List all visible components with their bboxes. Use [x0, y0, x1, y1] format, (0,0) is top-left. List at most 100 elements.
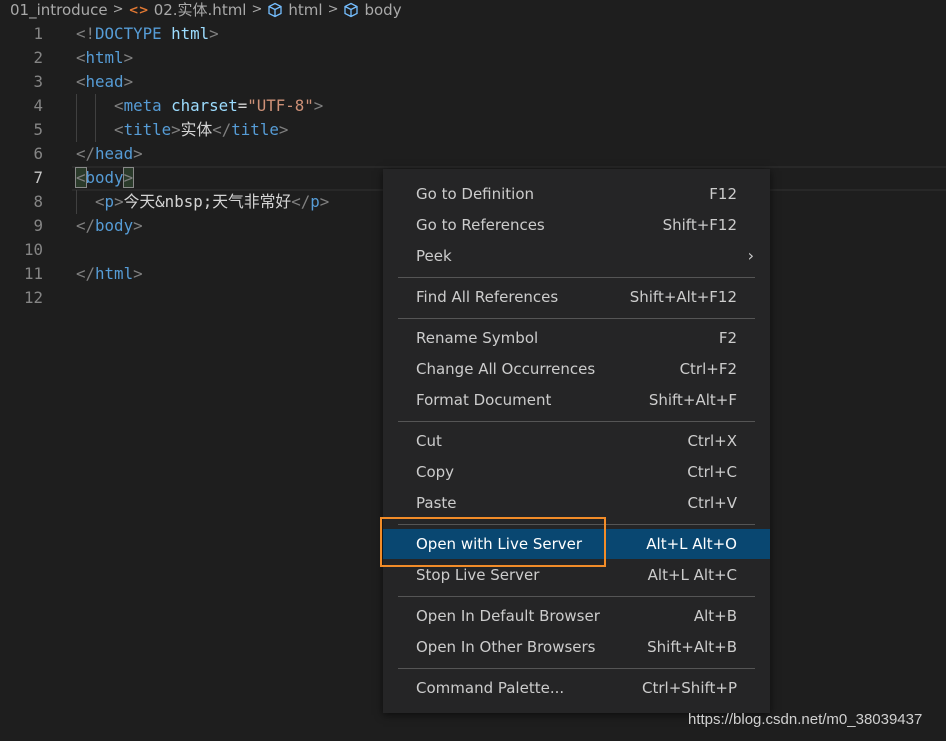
code-line[interactable]: 3 <head> [0, 70, 946, 94]
code-token: = [237, 96, 248, 115]
code-text: <meta charset="UTF-8"> [76, 94, 323, 118]
code-token: > [278, 120, 289, 139]
code-text: <title>实体</title> [76, 118, 288, 142]
chevron-right-icon: > [112, 2, 124, 17]
code-token: < [76, 72, 86, 91]
code-token: 实体 [180, 120, 213, 139]
breadcrumb-folder[interactable]: 01_introduce [10, 0, 108, 20]
menu-item-label: Copy [416, 463, 455, 481]
code-token: DOCTYPE [95, 24, 162, 43]
code-token: 今天&nbsp;天气非常好 [123, 192, 292, 211]
code-token: < [114, 120, 124, 139]
code-text: </body> [76, 214, 143, 238]
code-token: head [85, 72, 124, 91]
code-line[interactable]: 1 <!DOCTYPE html> [0, 22, 946, 46]
menu-separator [398, 421, 755, 422]
code-token: </ [76, 264, 96, 283]
menu-item-open-in-other-browsers[interactable]: Open In Other Browsers Shift+Alt+B [383, 632, 770, 662]
code-token: html [95, 264, 134, 283]
code-token: > [313, 96, 324, 115]
menu-item-label: Go to Definition [416, 185, 535, 203]
code-token: </ [212, 120, 232, 139]
menu-item-shortcut: Ctrl+C [687, 463, 737, 481]
code-text: <body> [75, 166, 135, 190]
menu-item-go-to-references[interactable]: Go to References Shift+F12 [383, 210, 770, 240]
menu-item-change-all-occurrences[interactable]: Change All Occurrences Ctrl+F2 [383, 354, 770, 384]
code-token: head [95, 144, 134, 163]
menu-item-label: Rename Symbol [416, 329, 539, 347]
code-token: < [76, 48, 86, 67]
menu-item-open-in-default-browser[interactable]: Open In Default Browser Alt+B [383, 601, 770, 631]
code-token: body [95, 216, 134, 235]
menu-item-shortcut: Shift+Alt+B [647, 638, 737, 656]
code-line[interactable]: 2 <html> [0, 46, 946, 70]
menu-item-label: Open In Default Browser [416, 607, 600, 625]
code-token: < [95, 192, 105, 211]
code-token: </ [291, 192, 311, 211]
line-number: 2 [33, 48, 43, 67]
code-token: < [75, 167, 87, 188]
line-number: 11 [23, 264, 43, 283]
menu-item-shortcut: Shift+Alt+F [648, 391, 737, 409]
menu-item-label: Paste [416, 494, 457, 512]
menu-item-go-to-definition[interactable]: Go to Definition F12 [383, 179, 770, 209]
code-text: <p>今天&nbsp;天气非常好</p> [76, 190, 329, 214]
line-number: 8 [33, 192, 43, 211]
line-number: 6 [33, 144, 43, 163]
menu-item-shortcut: Shift+F12 [662, 216, 737, 234]
menu-item-format-document[interactable]: Format Document Shift+Alt+F [383, 385, 770, 415]
chevron-right-icon: › [747, 246, 754, 265]
code-token: html [171, 24, 210, 43]
menu-item-copy[interactable]: Copy Ctrl+C [383, 457, 770, 487]
code-line[interactable]: 5 <title>实体</title> [0, 118, 946, 142]
menu-item-label: Command Palette... [416, 679, 565, 697]
menu-item-label: Cut [416, 432, 442, 450]
code-token: > [209, 24, 219, 43]
code-text: <head> [76, 70, 133, 94]
line-number: 7 [33, 168, 43, 187]
code-token: charset [171, 96, 238, 115]
cube-symbol-icon [268, 2, 283, 18]
menu-item-command-palette[interactable]: Command Palette... Ctrl+Shift+P [383, 673, 770, 703]
line-number: 5 [33, 120, 43, 139]
menu-item-rename-symbol[interactable]: Rename Symbol F2 [383, 323, 770, 353]
menu-item-paste[interactable]: Paste Ctrl+V [383, 488, 770, 518]
menu-item-shortcut: Ctrl+Shift+P [642, 679, 737, 697]
menu-separator [398, 277, 755, 278]
code-token: title [231, 120, 279, 139]
code-token: > [133, 144, 143, 163]
code-token: > [123, 48, 134, 67]
chevron-right-icon: > [327, 2, 339, 17]
code-line[interactable]: 6 </head> [0, 142, 946, 166]
menu-item-shortcut: Shift+Alt+F12 [629, 288, 737, 306]
menu-item-shortcut: F2 [718, 329, 737, 347]
breadcrumb-symbol-html[interactable]: html [288, 0, 322, 20]
line-number: 3 [33, 72, 43, 91]
code-token: > [133, 264, 143, 283]
context-menu: Go to Definition F12 Go to References Shift… [383, 169, 770, 713]
breadcrumb: 01_introduce > <> 02.实体.html > html > bo… [10, 0, 402, 20]
line-number: 9 [33, 216, 43, 235]
code-text: </head> [76, 142, 143, 166]
menu-item-shortcut: Ctrl+F2 [679, 360, 737, 378]
line-number: 1 [33, 24, 43, 43]
breadcrumb-file[interactable]: 02.实体.html [154, 0, 247, 20]
menu-item-peek[interactable]: Peek › [383, 241, 770, 271]
menu-item-cut[interactable]: Cut Ctrl+X [383, 426, 770, 456]
code-token: body [85, 168, 124, 187]
code-line[interactable]: 4 <meta charset="UTF-8"> [0, 94, 946, 118]
line-number: 4 [33, 96, 43, 115]
menu-item-shortcut: Ctrl+V [687, 494, 737, 512]
code-token: meta [123, 96, 162, 115]
code-token: > [122, 167, 135, 188]
menu-item-shortcut: Alt+B [693, 607, 737, 625]
breadcrumb-symbol-body[interactable]: body [364, 0, 401, 20]
code-text: <html> [76, 46, 133, 70]
menu-item-find-all-references[interactable]: Find All References Shift+Alt+F12 [383, 282, 770, 312]
code-token: <! [76, 24, 96, 43]
code-token: > [133, 216, 143, 235]
menu-item-label: Go to References [416, 216, 545, 234]
